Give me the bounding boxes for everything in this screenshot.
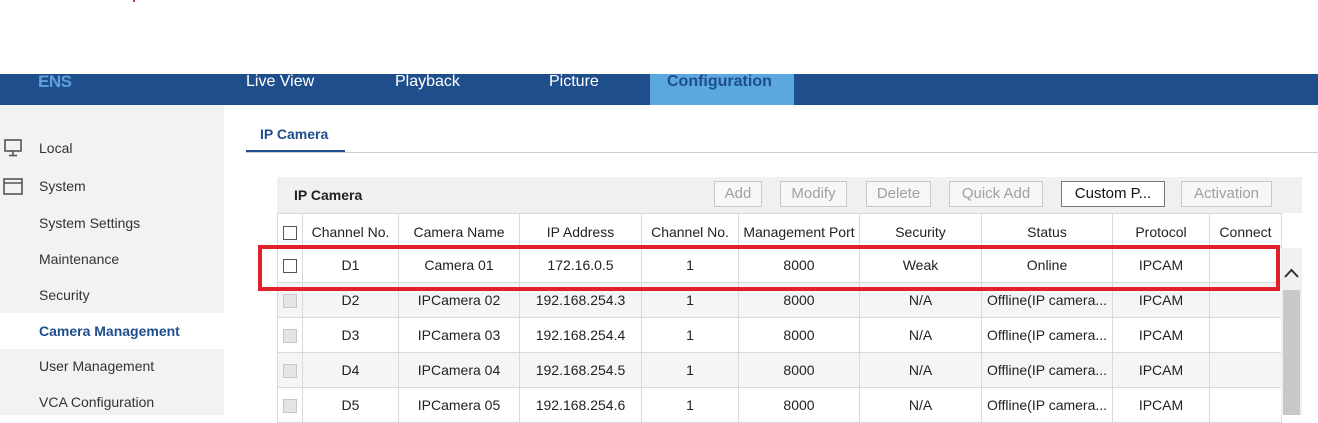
sidebar-item-vca-configuration[interactable]: VCA Configuration <box>39 393 154 411</box>
panel-title: IP Camera <box>294 187 363 203</box>
table-cell: 1 <box>641 387 739 423</box>
custom-protocol-button[interactable]: Custom P... <box>1061 181 1165 207</box>
row-checkbox[interactable] <box>283 399 297 414</box>
table-row[interactable]: D3 IPCamera 03 192.168.254.4 1 8000 N/A … <box>277 317 1282 353</box>
table-cell: IPCAM <box>1112 352 1210 388</box>
sidebar-item-security[interactable]: Security <box>39 286 90 304</box>
nav-live-view[interactable]: Live View <box>246 74 314 90</box>
row-checkbox[interactable] <box>283 329 297 344</box>
sidebar-item-user-management[interactable]: User Management <box>39 357 154 375</box>
table-cell: 192.168.254.5 <box>519 352 642 388</box>
column-header[interactable]: Security <box>859 213 982 248</box>
table-cell: N/A <box>859 352 982 388</box>
select-all-checkbox[interactable] <box>283 225 297 240</box>
table-cell: 192.168.254.6 <box>519 387 642 423</box>
row-checkbox[interactable] <box>283 364 297 379</box>
modify-button[interactable]: Modify <box>780 181 847 207</box>
table-cell: IPCamera 05 <box>398 387 520 423</box>
table-cell: 1 <box>641 317 739 353</box>
table-cell: D5 <box>302 387 399 423</box>
column-header[interactable]: Status <box>981 213 1113 248</box>
table-cell <box>1209 352 1282 388</box>
sidebar-item-system-settings[interactable]: System Settings <box>39 214 140 232</box>
sidebar-item-camera-management[interactable]: Camera Management <box>0 313 224 349</box>
nav-configuration[interactable]: Configuration <box>650 74 794 105</box>
column-header[interactable]: Management Port <box>738 213 860 248</box>
table-cell: Offline(IP camera... <box>981 317 1113 353</box>
table-cell: 8000 <box>738 317 860 353</box>
column-header[interactable]: Channel No. <box>302 213 399 248</box>
table-row[interactable]: D4 IPCamera 04 192.168.254.5 1 8000 N/A … <box>277 352 1282 388</box>
table-cell: 192.168.254.4 <box>519 317 642 353</box>
table-cell: Offline(IP camera... <box>981 352 1113 388</box>
table-cell: IPCamera 03 <box>398 317 520 353</box>
sidebar-item-system[interactable]: System <box>39 177 86 195</box>
table-cell: N/A <box>859 317 982 353</box>
table-cell: IPCamera 04 <box>398 352 520 388</box>
table-cell: 1 <box>641 352 739 388</box>
scrollbar-thumb[interactable] <box>1283 290 1300 415</box>
delete-button[interactable]: Delete <box>866 181 931 207</box>
table-cell <box>1209 317 1282 353</box>
table-cell: IPCAM <box>1112 387 1210 423</box>
window-icon <box>3 178 23 195</box>
row-checkbox-cell <box>277 317 303 353</box>
brand-logo: ENS <box>38 72 72 91</box>
table-cell: 8000 <box>738 387 860 423</box>
chevron-up-icon[interactable] <box>1281 264 1302 284</box>
table-header-row: Channel No. Camera Name IP Address Chann… <box>277 213 1282 248</box>
table-cell: N/A <box>859 387 982 423</box>
nav-picture[interactable]: Picture <box>549 74 599 90</box>
table-row[interactable]: D5 IPCamera 05 192.168.254.6 1 8000 N/A … <box>277 387 1282 423</box>
column-header[interactable]: Channel No. <box>641 213 739 248</box>
table-cell: Offline(IP camera... <box>981 387 1113 423</box>
column-header[interactable]: IP Address <box>519 213 642 248</box>
monitor-icon <box>4 139 22 157</box>
table-cell: D3 <box>302 317 399 353</box>
column-header[interactable]: Connect <box>1209 213 1282 248</box>
tab-divider <box>246 152 1318 153</box>
table-cell: D4 <box>302 352 399 388</box>
red-dot-mark <box>133 0 135 2</box>
sidebar-item-maintenance[interactable]: Maintenance <box>39 250 119 268</box>
nav-configuration-label: Configuration <box>667 73 772 90</box>
quick-add-button[interactable]: Quick Add <box>949 181 1043 207</box>
select-all-cell <box>277 213 303 248</box>
column-header[interactable]: Protocol <box>1112 213 1210 248</box>
sidebar-item-local[interactable]: Local <box>39 139 72 157</box>
table-cell: IPCAM <box>1112 317 1210 353</box>
sidebar-item-camera-management-label: Camera Management <box>39 323 180 339</box>
activation-button[interactable]: Activation <box>1181 181 1272 207</box>
column-header[interactable]: Camera Name <box>398 213 520 248</box>
add-button[interactable]: Add <box>714 181 762 207</box>
row-checkbox[interactable] <box>283 294 297 309</box>
row-checkbox-cell <box>277 387 303 423</box>
row-highlight-box <box>258 245 1280 291</box>
tab-ip-camera[interactable]: IP Camera <box>260 126 328 142</box>
table-cell: 8000 <box>738 352 860 388</box>
row-checkbox-cell <box>277 352 303 388</box>
nav-playback[interactable]: Playback <box>395 74 460 90</box>
table-cell <box>1209 387 1282 423</box>
